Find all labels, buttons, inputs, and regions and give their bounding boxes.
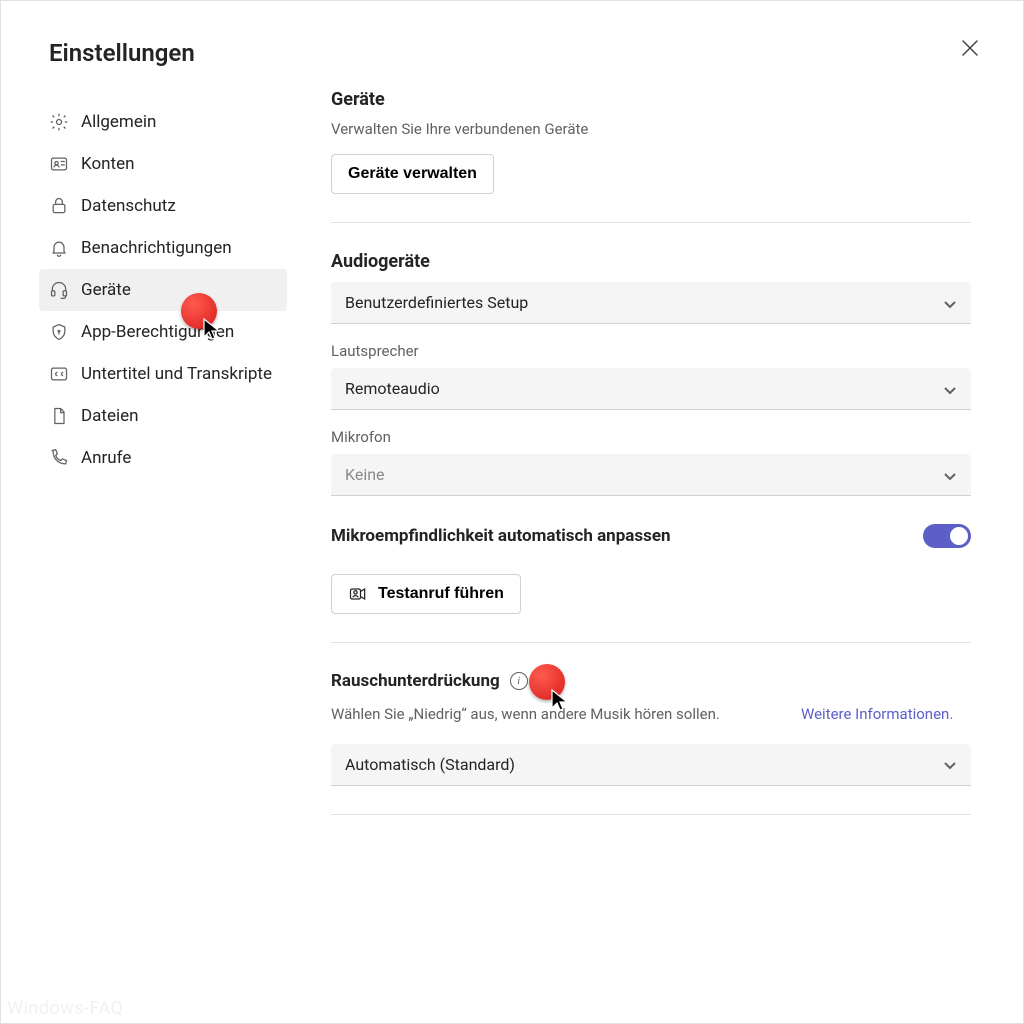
sidebar-item-label: Datenschutz: [81, 196, 176, 216]
close-button[interactable]: [961, 39, 985, 63]
button-label: Geräte verwalten: [348, 165, 477, 183]
devices-subtitle: Verwalten Sie Ihre verbundenen Geräte: [331, 120, 971, 138]
lock-icon: [49, 196, 69, 216]
more-info-link[interactable]: Weitere Informationen.: [801, 703, 971, 726]
chevron-down-icon: [943, 468, 957, 482]
microphone-label: Mikrofon: [331, 428, 971, 446]
id-card-icon: [49, 154, 69, 174]
phone-icon: [49, 448, 69, 468]
divider: [331, 814, 971, 815]
chevron-down-icon: [943, 382, 957, 396]
sidebar-item-app-permissions[interactable]: App-Berechtigungen: [39, 311, 287, 353]
noise-suppression-heading: Rauschunterdrückung i: [331, 671, 971, 691]
speaker-label: Lautsprecher: [331, 342, 971, 360]
bell-icon: [49, 238, 69, 258]
noise-description: Wählen Sie „Niedrig“ aus, wenn andere Mu…: [331, 703, 801, 726]
manage-devices-button[interactable]: Geräte verwalten: [331, 154, 494, 194]
chevron-down-icon: [943, 757, 957, 771]
chevron-down-icon: [943, 296, 957, 310]
sidebar-item-label: Geräte: [81, 280, 131, 300]
sidebar-item-devices[interactable]: Geräte: [39, 269, 287, 311]
sidebar-item-calls[interactable]: Anrufe: [39, 437, 287, 479]
settings-main: Geräte Verwalten Sie Ihre verbundenen Ge…: [331, 81, 971, 843]
noise-description-row: Wählen Sie „Niedrig“ aus, wenn andere Mu…: [331, 703, 971, 726]
file-icon: [49, 406, 69, 426]
sidebar-item-label: Konten: [81, 154, 135, 174]
settings-window: Einstellungen Allgemein Konten Datenschu…: [0, 0, 1024, 1024]
audio-setup-select[interactable]: Benutzerdefiniertes Setup: [331, 282, 971, 324]
sidebar-item-privacy[interactable]: Datenschutz: [39, 185, 287, 227]
sidebar-item-notifications[interactable]: Benachrichtigungen: [39, 227, 287, 269]
headset-icon: [49, 280, 69, 300]
divider: [331, 222, 971, 223]
noise-suppression-select[interactable]: Automatisch (Standard): [331, 744, 971, 786]
divider: [331, 642, 971, 643]
sidebar-item-label: App-Berechtigungen: [81, 322, 234, 342]
mic-sensitivity-label: Mikroempfindlichkeit automatisch anpasse…: [331, 526, 671, 546]
test-call-button[interactable]: Testanruf führen: [331, 574, 521, 614]
audio-heading: Audiogeräte: [331, 251, 971, 272]
sidebar-item-label: Untertitel und Transkripte: [81, 364, 272, 384]
sidebar-item-label: Benachrichtigungen: [81, 238, 232, 258]
select-value: Benutzerdefiniertes Setup: [345, 293, 528, 312]
cc-icon: [49, 364, 69, 384]
select-value: Keine: [345, 465, 385, 484]
heading-text: Rauschunterdrückung: [331, 671, 500, 691]
microphone-select[interactable]: Keine: [331, 454, 971, 496]
shield-icon: [49, 322, 69, 342]
sidebar-item-label: Allgemein: [81, 112, 156, 132]
sidebar-item-label: Anrufe: [81, 448, 131, 468]
settings-sidebar: Allgemein Konten Datenschutz Benachricht…: [39, 101, 287, 479]
sidebar-item-captions[interactable]: Untertitel und Transkripte: [39, 353, 287, 395]
select-value: Remoteaudio: [345, 379, 440, 398]
info-icon[interactable]: i: [510, 672, 528, 690]
devices-heading: Geräte: [331, 89, 971, 110]
speaker-select[interactable]: Remoteaudio: [331, 368, 971, 410]
mic-sensitivity-toggle[interactable]: [923, 524, 971, 548]
sidebar-item-general[interactable]: Allgemein: [39, 101, 287, 143]
watermark: Windows-FAQ: [7, 998, 123, 1019]
close-icon: [961, 42, 979, 61]
test-call-icon: [348, 584, 368, 604]
button-label: Testanruf führen: [378, 585, 504, 603]
select-value: Automatisch (Standard): [345, 755, 515, 774]
gear-icon: [49, 112, 69, 132]
page-title: Einstellungen: [49, 39, 195, 67]
mic-sensitivity-row: Mikroempfindlichkeit automatisch anpasse…: [331, 524, 971, 548]
sidebar-item-accounts[interactable]: Konten: [39, 143, 287, 185]
sidebar-item-label: Dateien: [81, 406, 139, 426]
sidebar-item-files[interactable]: Dateien: [39, 395, 287, 437]
